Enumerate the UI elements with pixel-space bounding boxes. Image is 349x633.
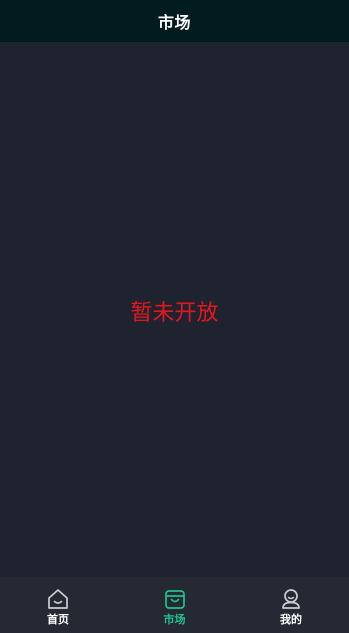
main-content: 暂未开放 [0, 42, 349, 577]
app-screen: 市场 暂未开放 首页 市场 我的 [0, 0, 349, 633]
top-header: 市场 [0, 0, 349, 42]
not-open-notice: 暂未开放 [130, 300, 219, 326]
tab-mine[interactable]: 我的 [233, 577, 349, 633]
tab-market[interactable]: 市场 [117, 577, 233, 633]
tab-home[interactable]: 首页 [0, 577, 116, 633]
user-icon [282, 589, 300, 609]
home-icon [48, 589, 68, 609]
page-title: 市场 [157, 13, 191, 32]
bottom-tab-bar: 首页 市场 我的 [0, 577, 349, 633]
shopping-bag-icon [164, 590, 185, 609]
tab-market-label: 市场 [163, 613, 186, 626]
tab-home-label: 首页 [47, 613, 69, 626]
tab-mine-label: 我的 [280, 613, 302, 626]
